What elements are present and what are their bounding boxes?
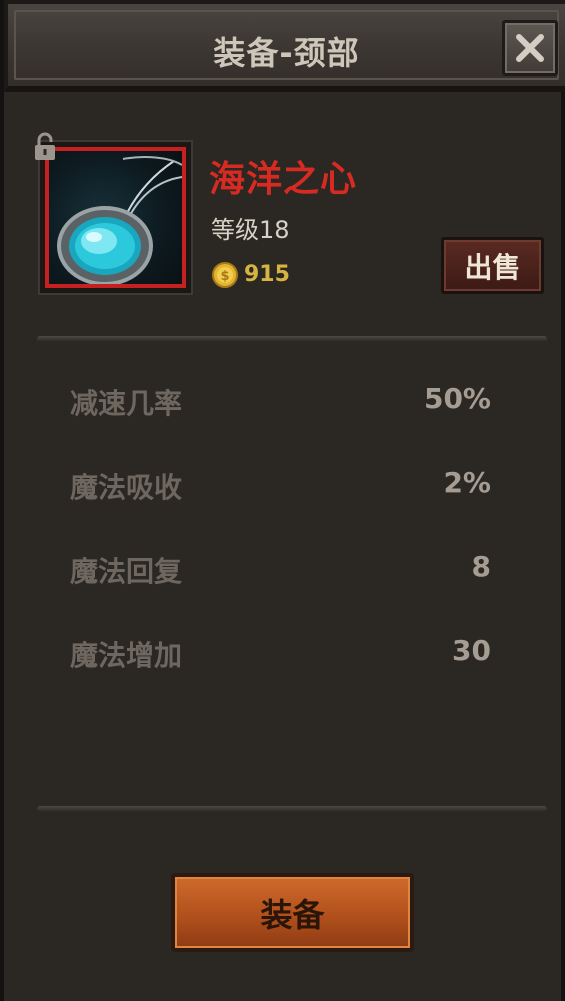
stat-label: 魔法增加 [70,639,183,672]
stat-value: 50% [423,382,491,415]
svg-text:$: $ [220,269,229,284]
stat-value: 8 [471,550,491,583]
equip-button[interactable]: 装备 [171,873,414,952]
stat-label: 减速几率 [70,387,183,420]
stat-value: 30 [452,634,491,667]
close-button[interactable] [502,20,558,76]
item-price: 915 [244,262,290,287]
stat-label: 魔法回复 [70,555,183,588]
item-slot[interactable] [38,140,193,295]
stat-value: 2% [443,466,491,499]
stat-label: 魔法吸收 [70,471,183,504]
close-icon [516,34,544,62]
item-name: 海洋之心 [209,159,358,200]
divider-top [37,336,547,342]
item-image [45,147,186,288]
amulet-icon [57,156,182,284]
sell-button[interactable]: 出售 [441,237,544,294]
item-level: 等级18 [211,216,290,244]
equipment-dialog: 装备-颈部 海洋之心 等级18 $ 915 出售 减速几率 50% 魔法吸收 2… [0,0,565,1001]
dialog-title: 装备-颈部 [213,34,360,72]
divider-bottom [37,806,547,812]
lock-icon[interactable] [32,132,58,162]
coin-icon: $ [212,262,238,288]
